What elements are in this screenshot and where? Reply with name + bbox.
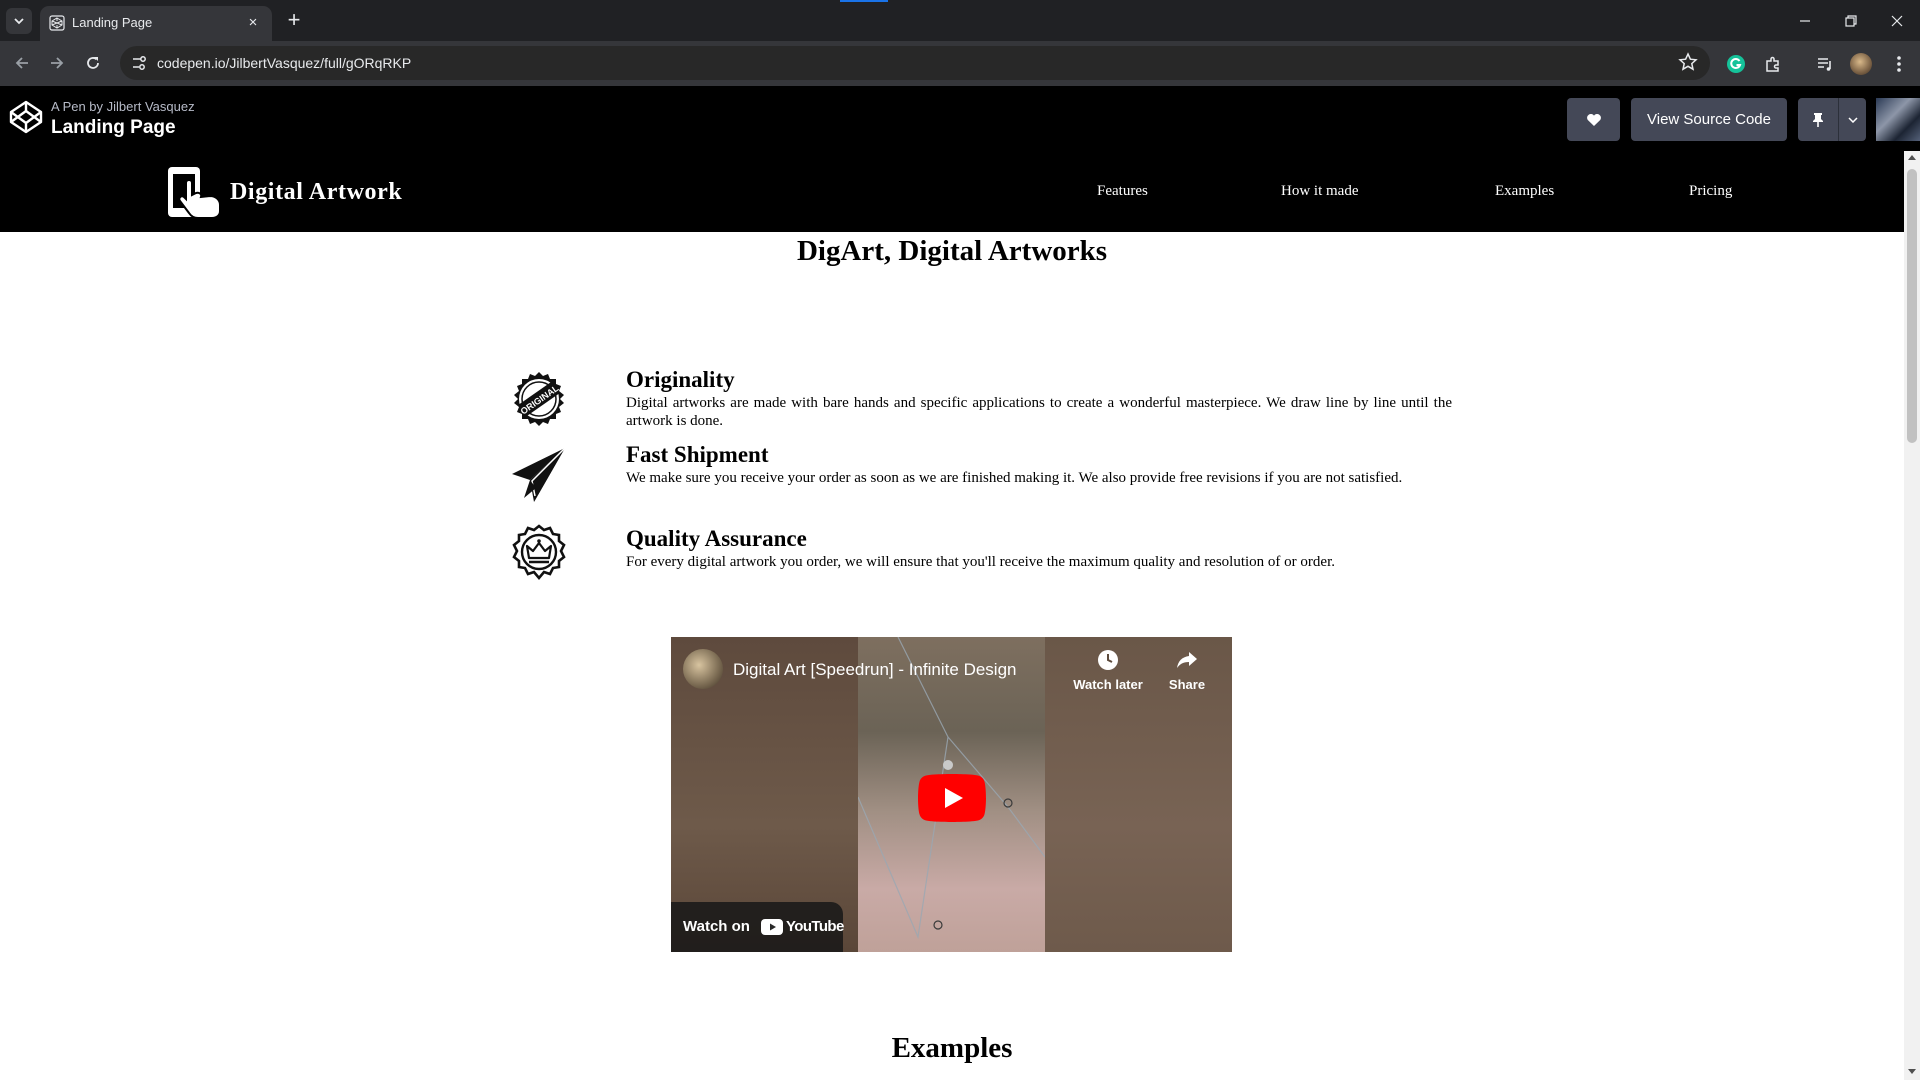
pen-title: Landing Page [51,117,176,138]
watch-on-youtube-button[interactable]: Watch on YouTube [671,902,844,952]
pin-icon [1813,112,1823,127]
codepen-favicon-icon [49,15,65,31]
view-source-button[interactable]: View Source Code [1631,98,1787,141]
youtube-play-button-icon[interactable] [918,774,986,822]
clock-icon [1098,650,1118,670]
profile-avatar[interactable] [1850,53,1872,75]
feature-description: We make sure you receive your order as s… [626,470,1403,486]
pin-dropdown-button[interactable] [1839,98,1866,141]
watch-on-label: Watch on [683,918,750,935]
playlist-icon [1818,58,1831,71]
minimize-button[interactable] [1782,0,1828,41]
share-label: Share [1168,677,1206,692]
browser-toolbar: codepen.io/JilbertVasquez/full/gORqRKP [0,41,1920,86]
pin-button-group [1798,98,1866,141]
feature-title: Originality [626,367,735,392]
browser-tab-active[interactable]: Landing Page × [40,6,272,41]
youtube-wordmark: YouTube [786,918,844,935]
grammarly-icon [1727,55,1745,73]
heart-icon [1586,113,1601,126]
youtube-logo: YouTube [761,918,844,935]
browser-tab-strip: Landing Page × + [0,0,1920,41]
arrow-left-icon [15,57,28,69]
love-button[interactable] [1567,98,1620,141]
feature-fast-shipment: Fast Shipment We make sure you receive y… [510,442,1452,502]
codepen-logo-icon[interactable] [8,99,44,135]
feature-description: Digital artworks are made with bare hand… [626,395,1452,429]
media-controls-button[interactable] [1814,53,1836,75]
reload-button[interactable] [79,49,107,77]
page-scrollbar[interactable] [1904,151,1920,1080]
minimize-icon [1800,19,1810,22]
extensions-button[interactable] [1762,53,1784,75]
feature-title: Fast Shipment [626,442,769,467]
bookmark-star-icon[interactable] [1678,52,1698,72]
site-brand[interactable]: Digital Artwork [166,165,402,219]
puzzle-icon [1766,56,1779,72]
nav-link-examples[interactable]: Examples [1495,183,1554,200]
browser-menu-button[interactable] [1888,53,1910,75]
video-title[interactable]: Digital Art [Speedrun] - Infinite Design [733,660,1016,680]
watch-later-button[interactable]: Watch later [1068,649,1148,692]
grammarly-extension-icon[interactable] [1725,53,1747,75]
feature-originality: ORIGINAL Originality Digital artworks ar… [510,367,1452,429]
codepen-header: A Pen by Jilbert Vasquez Landing Page Vi… [0,86,1920,151]
scroll-up-arrow-icon[interactable] [1908,155,1916,160]
page-viewport: Digital Artwork Features How it made Exa… [0,151,1904,1080]
pin-button[interactable] [1798,98,1838,141]
back-button[interactable] [8,49,36,77]
pen-author-byline[interactable]: A Pen by Jilbert Vasquez [51,99,195,114]
kebab-menu-icon [1897,56,1901,72]
tab-drag-indicator [840,0,888,2]
feature-description: For every digital artwork you order, we … [626,554,1335,570]
feature-quality-assurance: Quality Assurance For every digital artw… [510,524,1452,586]
restore-button[interactable] [1828,0,1874,41]
youtube-video-embed[interactable]: Digital Art [Speedrun] - Infinite Design… [671,637,1232,952]
restore-icon [1845,14,1857,27]
site-navbar: Digital Artwork Features How it made Exa… [0,151,1904,232]
brand-name: Digital Artwork [230,178,403,205]
nav-link-pricing[interactable]: Pricing [1689,183,1732,200]
address-bar[interactable]: codepen.io/JilbertVasquez/full/gORqRKP [120,46,1710,80]
youtube-logo-icon [761,918,783,935]
new-tab-button[interactable]: + [281,8,307,34]
tab-title: Landing Page [72,15,153,30]
chevron-down-icon [14,18,24,25]
site-settings-icon[interactable] [130,54,148,72]
tab-search-button[interactable] [6,8,32,34]
scroll-down-arrow-icon[interactable] [1908,1069,1916,1074]
user-avatar[interactable] [1876,98,1920,141]
nav-link-features[interactable]: Features [1097,183,1148,200]
tab-close-icon[interactable]: × [244,14,262,32]
hero-title: DigArt, Digital Artworks [796,235,1108,267]
close-icon [1891,15,1903,26]
close-window-button[interactable] [1874,0,1920,41]
tablet-hand-logo-icon [168,167,221,219]
nav-link-how-it-made[interactable]: How it made [1281,183,1358,200]
paper-plane-icon [512,447,566,502]
watch-later-label: Watch later [1073,677,1143,692]
chevron-down-icon [1847,116,1858,123]
examples-section-title: Examples [891,1032,1013,1064]
profile-picture [1850,53,1872,75]
reload-icon [87,57,99,69]
arrow-right-icon [51,57,64,69]
original-stamp-icon: ORIGINAL [514,372,564,426]
channel-avatar[interactable] [683,649,723,689]
quality-badge-icon [512,524,566,581]
url-text[interactable]: codepen.io/JilbertVasquez/full/gORqRKP [157,55,411,71]
share-button[interactable]: Share [1147,649,1227,692]
scrollbar-thumb[interactable] [1907,169,1917,443]
feature-title: Quality Assurance [626,526,807,551]
share-arrow-icon [1177,652,1197,668]
forward-button[interactable] [43,49,71,77]
